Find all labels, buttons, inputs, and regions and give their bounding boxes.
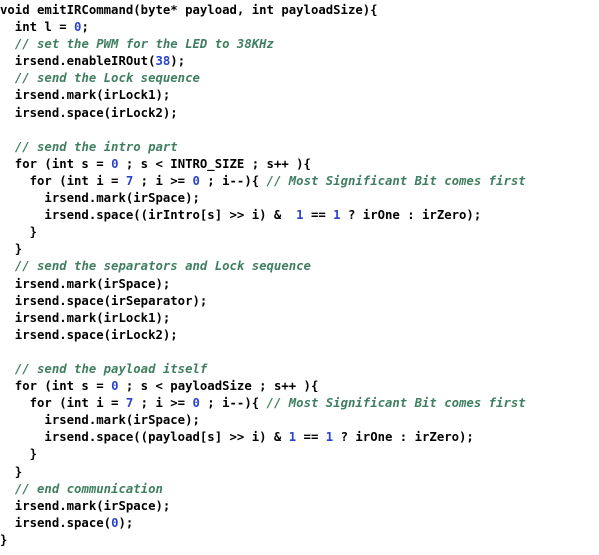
code-token-plain: irsend.space((irIntro[s] >> i) & — [0, 208, 297, 223]
code-line: irsend.enableIROut(38); — [0, 53, 599, 70]
code-token-plain: } — [0, 532, 8, 547]
code-line: void emitIRCommand(byte* payload, int pa… — [0, 2, 599, 19]
code-line: // end communication — [0, 481, 599, 498]
code-line: irsend.space(irLock2); — [0, 105, 599, 122]
code-token-plain: ; — [81, 20, 89, 35]
code-token-plain: } — [0, 242, 23, 257]
code-line: } — [0, 446, 599, 463]
code-token-plain: == — [296, 430, 326, 445]
code-line: // send the Lock sequence — [0, 70, 599, 87]
code-line: irsend.space(0); — [0, 515, 599, 532]
code-token-comment: // send the separators and Lock sequence — [14, 259, 311, 274]
code-token-plain: irsend.mark(irSpace); — [0, 276, 171, 291]
code-line: irsend.mark(irSpace); — [0, 276, 599, 293]
code-line: irsend.space((payload[s] >> i) & 1 == 1 … — [0, 429, 599, 446]
code-token-plain: irsend.space(irSeparator); — [0, 293, 208, 308]
code-token-plain: } — [0, 225, 38, 240]
code-line: irsend.space((irIntro[s] >> i) & 1 == 1 … — [0, 207, 599, 224]
code-token-plain: ; i >= — [133, 396, 193, 411]
code-token-number: 1 — [333, 208, 341, 223]
code-line: // send the payload itself — [0, 361, 599, 378]
code-token-comment: // set the PWM for the LED to 38KHz — [14, 37, 274, 52]
code-token-plain: ? irOne : irZero); — [333, 430, 474, 445]
code-token-plain: ; s < payloadSize ; s++ ){ — [118, 379, 319, 394]
code-token-plain: int l = — [0, 20, 75, 35]
code-line: int l = 0; — [0, 19, 599, 36]
code-token-plain: irsend.mark(irLock1); — [0, 310, 171, 325]
code-token-plain: ; s < INTRO_SIZE ; s++ ){ — [118, 156, 311, 171]
code-token-plain: irsend.space(irLock2); — [0, 327, 178, 342]
code-token-plain: irsend.enableIROut( — [0, 54, 156, 69]
code-line: irsend.mark(irSpace); — [0, 412, 599, 429]
code-token-comment: // send the Lock sequence — [14, 71, 200, 86]
code-token-plain: ; i >= — [133, 173, 193, 188]
code-token-number: 38 — [155, 54, 171, 69]
code-token-plain: ; i--){ — [199, 396, 267, 411]
code-token-plain: void emitIRCommand(byte* payload, int pa… — [0, 3, 378, 17]
code-token-plain: == — [303, 208, 334, 223]
code-token-plain: ); — [170, 54, 186, 69]
code-line: irsend.mark(irLock1); — [0, 87, 599, 104]
code-token-plain: for (int i = — [0, 396, 126, 411]
code-token-plain: irsend.mark(irSpace); — [0, 498, 171, 513]
code-token-comment: // send the intro part — [14, 139, 178, 154]
code-token-number: 0 — [192, 396, 200, 411]
code-token-plain: } — [0, 447, 38, 462]
code-line: } — [0, 532, 599, 549]
code-token-plain: irsend.mark(irSpace); — [0, 191, 200, 206]
code-token-plain: irsend.space((payload[s] >> i) & — [0, 430, 289, 445]
code-token-plain: ; i--){ — [199, 173, 267, 188]
code-token-comment: // Most Significant Bit comes first — [266, 173, 526, 188]
code-token-plain: ); — [118, 515, 134, 530]
code-token-plain: ? irOne : irZero); — [340, 208, 482, 223]
code-listing[interactable]: void emitIRCommand(byte* payload, int pa… — [0, 0, 599, 549]
code-token-plain: irsend.mark(irSpace); — [0, 413, 200, 428]
code-line: // set the PWM for the LED to 38KHz — [0, 36, 599, 53]
code-token-number: 0 — [192, 173, 200, 188]
code-line: } — [0, 464, 599, 481]
code-line: for (int s = 0 ; s < payloadSize ; s++ )… — [0, 378, 599, 395]
code-token-comment: // send the payload itself — [14, 361, 208, 376]
code-line: // send the separators and Lock sequence — [0, 258, 599, 275]
code-token-comment: // end communication — [14, 481, 163, 496]
code-line: for (int i = 7 ; i >= 0 ; i--){ // Most … — [0, 395, 599, 412]
code-line: } — [0, 241, 599, 258]
code-line: irsend.mark(irSpace); — [0, 190, 599, 207]
code-token-plain: for (int s = — [0, 379, 112, 394]
code-line: irsend.space(irSeparator); — [0, 293, 599, 310]
code-line: irsend.mark(irLock1); — [0, 310, 599, 327]
code-token-plain: irsend.space( — [0, 515, 112, 530]
code-token-plain: for (int s = — [0, 156, 112, 171]
code-token-plain: for (int i = — [0, 173, 126, 188]
code-line: } — [0, 224, 599, 241]
code-token-comment: // Most Significant Bit comes first — [266, 396, 526, 411]
code-line: for (int i = 7 ; i >= 0 ; i--){ // Most … — [0, 173, 599, 190]
code-line: for (int s = 0 ; s < INTRO_SIZE ; s++ ){ — [0, 156, 599, 173]
code-line: irsend.mark(irSpace); — [0, 498, 599, 515]
code-token-plain: } — [0, 464, 23, 479]
code-token-number: 1 — [296, 208, 304, 223]
code-token-plain: irsend.space(irLock2); — [0, 105, 178, 120]
code-token-plain: irsend.mark(irLock1); — [0, 88, 171, 103]
code-line: // send the intro part — [0, 139, 599, 156]
code-line: irsend.space(irLock2); — [0, 327, 599, 344]
